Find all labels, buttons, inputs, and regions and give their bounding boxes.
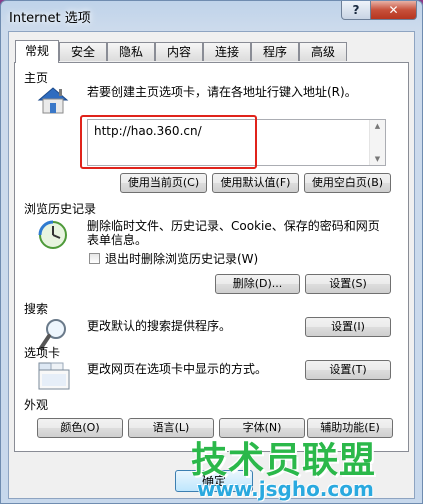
history-clock-icon [37, 219, 69, 251]
history-section-label: 浏览历史记录 [24, 202, 97, 216]
delete-history-button[interactable]: 删除(D)... [215, 274, 300, 294]
use-current-page-button[interactable]: 使用当前页(C) [120, 173, 207, 193]
tab-privacy[interactable]: 隐私 [107, 42, 155, 61]
history-settings-button[interactable]: 设置(S) [305, 274, 391, 294]
home-house-icon [35, 85, 71, 115]
appearance-section-label: 外观 [24, 398, 49, 412]
tabs-settings-button[interactable]: 设置(T) [305, 360, 391, 380]
scroll-up-arrow-icon[interactable]: ▲ [370, 120, 385, 132]
internet-options-window: Internet 选项 ? ✕ 常规 安全 隐私 内容 连接 程序 高级 主页 [0, 0, 423, 504]
window-title: Internet 选项 [9, 11, 91, 26]
site-watermark-url: www.jsgho.com [197, 477, 374, 501]
search-section-label: 搜索 [24, 302, 49, 316]
address-box-scrollbar[interactable]: ▲ ▼ [369, 120, 385, 165]
history-description-line2: 表单信息。 [87, 233, 148, 247]
home-description: 若要创建主页选项卡，请在各地址行键入地址(R)。 [87, 85, 357, 99]
search-description: 更改默认的搜索提供程序。 [87, 319, 232, 333]
tabs-description: 更改网页在选项卡中显示的方式。 [87, 362, 268, 376]
colors-button[interactable]: 颜色(O) [37, 418, 123, 438]
title-bar[interactable]: Internet 选项 ? ✕ [1, 1, 422, 31]
use-blank-page-button[interactable]: 使用空白页(B) [304, 173, 391, 193]
delete-on-exit-checkbox[interactable] [89, 253, 100, 264]
tab-security[interactable]: 安全 [59, 42, 107, 61]
site-watermark-text: 技术员联盟 [191, 440, 377, 481]
tab-general[interactable]: 常规 [15, 40, 59, 63]
tabbed-window-icon [37, 361, 71, 391]
home-section-label: 主页 [24, 71, 49, 85]
tab-programs[interactable]: 程序 [251, 42, 299, 61]
home-page-address-box[interactable]: ▲ ▼ [87, 119, 386, 166]
close-button[interactable]: ✕ [370, 1, 417, 20]
general-tab-panel: 主页 若要创建主页选项卡，请在各地址行键入地址(R)。 ▲ ▼ 使用当前页(C) [14, 62, 409, 452]
home-page-url-input[interactable] [94, 124, 366, 160]
history-description-line1: 删除临时文件、历史记录、Cookie、保存的密码和网页 [87, 219, 380, 233]
delete-on-exit-label: 退出时删除浏览历史记录(W) [105, 252, 259, 266]
scroll-down-arrow-icon[interactable]: ▼ [370, 153, 385, 165]
tab-connections[interactable]: 连接 [203, 42, 251, 61]
tab-advanced[interactable]: 高级 [299, 42, 347, 61]
help-button[interactable]: ? [341, 1, 371, 20]
tab-content[interactable]: 内容 [155, 42, 203, 61]
use-default-button[interactable]: 使用默认值(F) [212, 173, 299, 193]
tabs-section-label: 选项卡 [24, 346, 61, 360]
dialog-client-area: 常规 安全 隐私 内容 连接 程序 高级 主页 若要创建主页选项卡，请在各地址行… [8, 31, 415, 499]
search-settings-button[interactable]: 设置(I) [305, 317, 391, 337]
